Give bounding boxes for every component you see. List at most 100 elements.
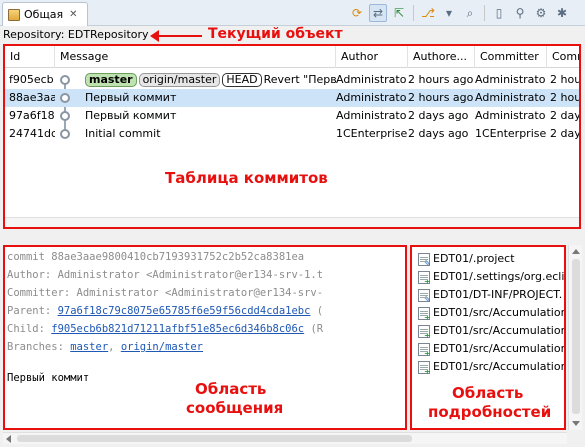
commit-table: Id Message Author Authore... Committer C… bbox=[3, 44, 581, 229]
commit-id: 24741dc bbox=[9, 127, 55, 140]
branches-label: Branches: bbox=[7, 341, 71, 353]
table-row[interactable]: 88ae3aa Первый коммит Administrato 2 hou… bbox=[5, 89, 579, 107]
parent-tail: ( bbox=[310, 305, 324, 317]
commit-id: f905ecb bbox=[9, 73, 54, 86]
commit-node-icon bbox=[60, 129, 70, 139]
details-area-annotation-line2: подробностей bbox=[428, 403, 552, 421]
file-name: EDT01/.settings/org.eclip bbox=[433, 270, 566, 283]
table-horizontal-scrollbar[interactable] bbox=[5, 217, 579, 227]
committed-date-cell: 2 hours bbox=[550, 91, 581, 104]
child-commit-link[interactable]: f905ecb6b821d71211afbf51e85ec6d346b8c06c bbox=[51, 323, 304, 335]
toolbar-separator bbox=[413, 5, 414, 21]
scroll-thumb[interactable] bbox=[572, 259, 580, 414]
column-id[interactable]: Id bbox=[5, 46, 55, 68]
list-item[interactable]: + EDT01/.settings/org.eclip bbox=[418, 268, 566, 286]
repository-label: Repository: EDTRepository bbox=[3, 28, 149, 41]
details-area-annotation-line1: Область bbox=[452, 384, 524, 402]
list-item[interactable]: + EDT01/src/Accumulation bbox=[418, 358, 564, 376]
column-authored-date[interactable]: Authore... bbox=[408, 46, 475, 68]
view-toolbar: ⟳ ⇄ ⇱ ⎇ ▾ ⌕ ▯ ⚲ ⚙ ✱ bbox=[348, 4, 571, 22]
scroll-up-icon[interactable] bbox=[572, 249, 580, 254]
committer-cell: 1CEnterprise bbox=[475, 127, 547, 140]
settings-icon[interactable]: ⚙ bbox=[532, 4, 550, 22]
view-tab-bar: Общая ✕ ⟳ ⇄ ⇱ ⎇ ▾ ⌕ ▯ ⚲ ⚙ ✱ bbox=[0, 0, 585, 26]
link-icon[interactable]: ⇄ bbox=[369, 4, 387, 22]
branch-separator: , bbox=[108, 341, 121, 353]
list-item[interactable]: + EDT01/src/Accumulation bbox=[418, 340, 564, 358]
parent-commit-link[interactable]: 97a6f18c79c8075e65785f6e59f56cdd4cda1ebc bbox=[58, 305, 311, 317]
list-item[interactable]: ✎ EDT01/DT-INF/PROJECT. bbox=[418, 286, 562, 304]
list-item[interactable]: + EDT01/src/Accumulation bbox=[418, 304, 564, 322]
branch-filter-icon[interactable]: ⎇ bbox=[419, 4, 437, 22]
committer-cell: Administrato bbox=[475, 109, 546, 122]
scroll-down-icon[interactable] bbox=[572, 421, 580, 426]
table-row[interactable]: 97a6f18 Первый коммит Administrato 2 day… bbox=[5, 107, 579, 125]
author-cell: Administrato bbox=[336, 73, 407, 86]
committer-cell: Administrato bbox=[475, 91, 546, 104]
author-cell: Administrato bbox=[336, 109, 407, 122]
dropdown-icon[interactable]: ▾ bbox=[440, 4, 458, 22]
file-modified-icon: ✎ bbox=[418, 252, 431, 267]
history-view-icon bbox=[8, 8, 20, 21]
gear-icon[interactable]: ✱ bbox=[553, 4, 571, 22]
scroll-thumb[interactable] bbox=[17, 435, 412, 442]
author-cell: 1CEnterprise bbox=[336, 127, 408, 140]
branches-line: Branches: master, origin/master bbox=[7, 340, 203, 354]
file-added-icon: + bbox=[418, 324, 431, 339]
tab-label: Общая bbox=[24, 8, 64, 21]
authored-date-cell: 2 days ago bbox=[408, 127, 469, 140]
ref-badge-head: HEAD bbox=[222, 73, 262, 87]
file-name: EDT01/DT-INF/PROJECT. bbox=[433, 288, 563, 301]
message-area-annotation-line1: Область bbox=[195, 380, 267, 398]
committed-date-cell: 2 days a bbox=[550, 109, 581, 122]
child-tail: (R bbox=[304, 323, 324, 335]
commit-message: Revert "Перв bbox=[263, 73, 336, 86]
committed-date-cell: 2 days a bbox=[550, 127, 581, 140]
close-icon[interactable]: ✕ bbox=[69, 9, 77, 20]
compare-icon[interactable]: ▯ bbox=[490, 4, 508, 22]
author-cell: Administrato bbox=[336, 91, 407, 104]
committed-date-cell: 2 hours bbox=[550, 73, 581, 86]
branch-link-origin-master[interactable]: origin/master bbox=[121, 341, 203, 353]
commit-body: Первый коммит bbox=[7, 372, 90, 384]
message-horizontal-scrollbar[interactable] bbox=[3, 432, 567, 444]
scroll-left-icon[interactable] bbox=[6, 435, 11, 443]
file-added-icon: + bbox=[418, 360, 431, 375]
list-item[interactable]: + EDT01/src/Accumulation bbox=[418, 322, 566, 340]
sync-icon[interactable]: ⟳ bbox=[348, 4, 366, 22]
commit-message: Первый коммит bbox=[85, 91, 177, 104]
list-item[interactable]: ✎ EDT01/.project bbox=[418, 250, 515, 268]
file-added-icon: + bbox=[418, 270, 431, 285]
toolbar-separator bbox=[484, 5, 485, 21]
panel-splitter[interactable] bbox=[0, 231, 585, 245]
column-committed-date[interactable]: Commi bbox=[547, 46, 579, 68]
details-vertical-scrollbar[interactable] bbox=[568, 245, 582, 430]
commit-id: 97a6f18 bbox=[9, 109, 55, 122]
parent-line: Parent: 97a6f18c79c8075e65785f6e59f56cdd… bbox=[7, 304, 323, 318]
ref-badge-master: master bbox=[85, 73, 137, 87]
commit-node-icon bbox=[60, 75, 70, 85]
column-author[interactable]: Author bbox=[336, 46, 408, 68]
file-added-icon: + bbox=[418, 306, 431, 321]
commit-message-cell: master origin/master HEAD Revert "Перв bbox=[85, 71, 336, 89]
column-committer[interactable]: Committer bbox=[475, 46, 547, 68]
authored-date-cell: 2 hours ago bbox=[408, 91, 474, 104]
search-icon[interactable]: ⌕ bbox=[461, 4, 479, 22]
tab-general[interactable]: Общая ✕ bbox=[2, 2, 88, 26]
commit-table-annotation: Таблица коммитов bbox=[165, 169, 328, 187]
table-row[interactable]: 24741dc Initial commit 1CEnterprise 2 da… bbox=[5, 125, 579, 143]
table-header: Id Message Author Authore... Committer C… bbox=[5, 46, 579, 68]
child-line: Child: f905ecb6b821d71211afbf51e85ec6d34… bbox=[7, 322, 323, 336]
commit-node-icon bbox=[60, 111, 70, 121]
commit-message: Первый коммит bbox=[85, 109, 177, 122]
file-name: EDT01/src/Accumulation bbox=[433, 324, 566, 337]
commit-message: Initial commit bbox=[85, 127, 161, 140]
column-message[interactable]: Message bbox=[55, 46, 336, 68]
table-row[interactable]: f905ecb master origin/master HEAD Revert "П… bbox=[5, 71, 579, 89]
child-label: Child: bbox=[7, 323, 52, 335]
parent-label: Parent: bbox=[7, 305, 58, 317]
branch-link-master[interactable]: master bbox=[70, 341, 108, 353]
commit-id: 88ae3aa bbox=[9, 91, 55, 104]
pin-icon[interactable]: ⚲ bbox=[511, 4, 529, 22]
export-icon[interactable]: ⇱ bbox=[390, 4, 408, 22]
